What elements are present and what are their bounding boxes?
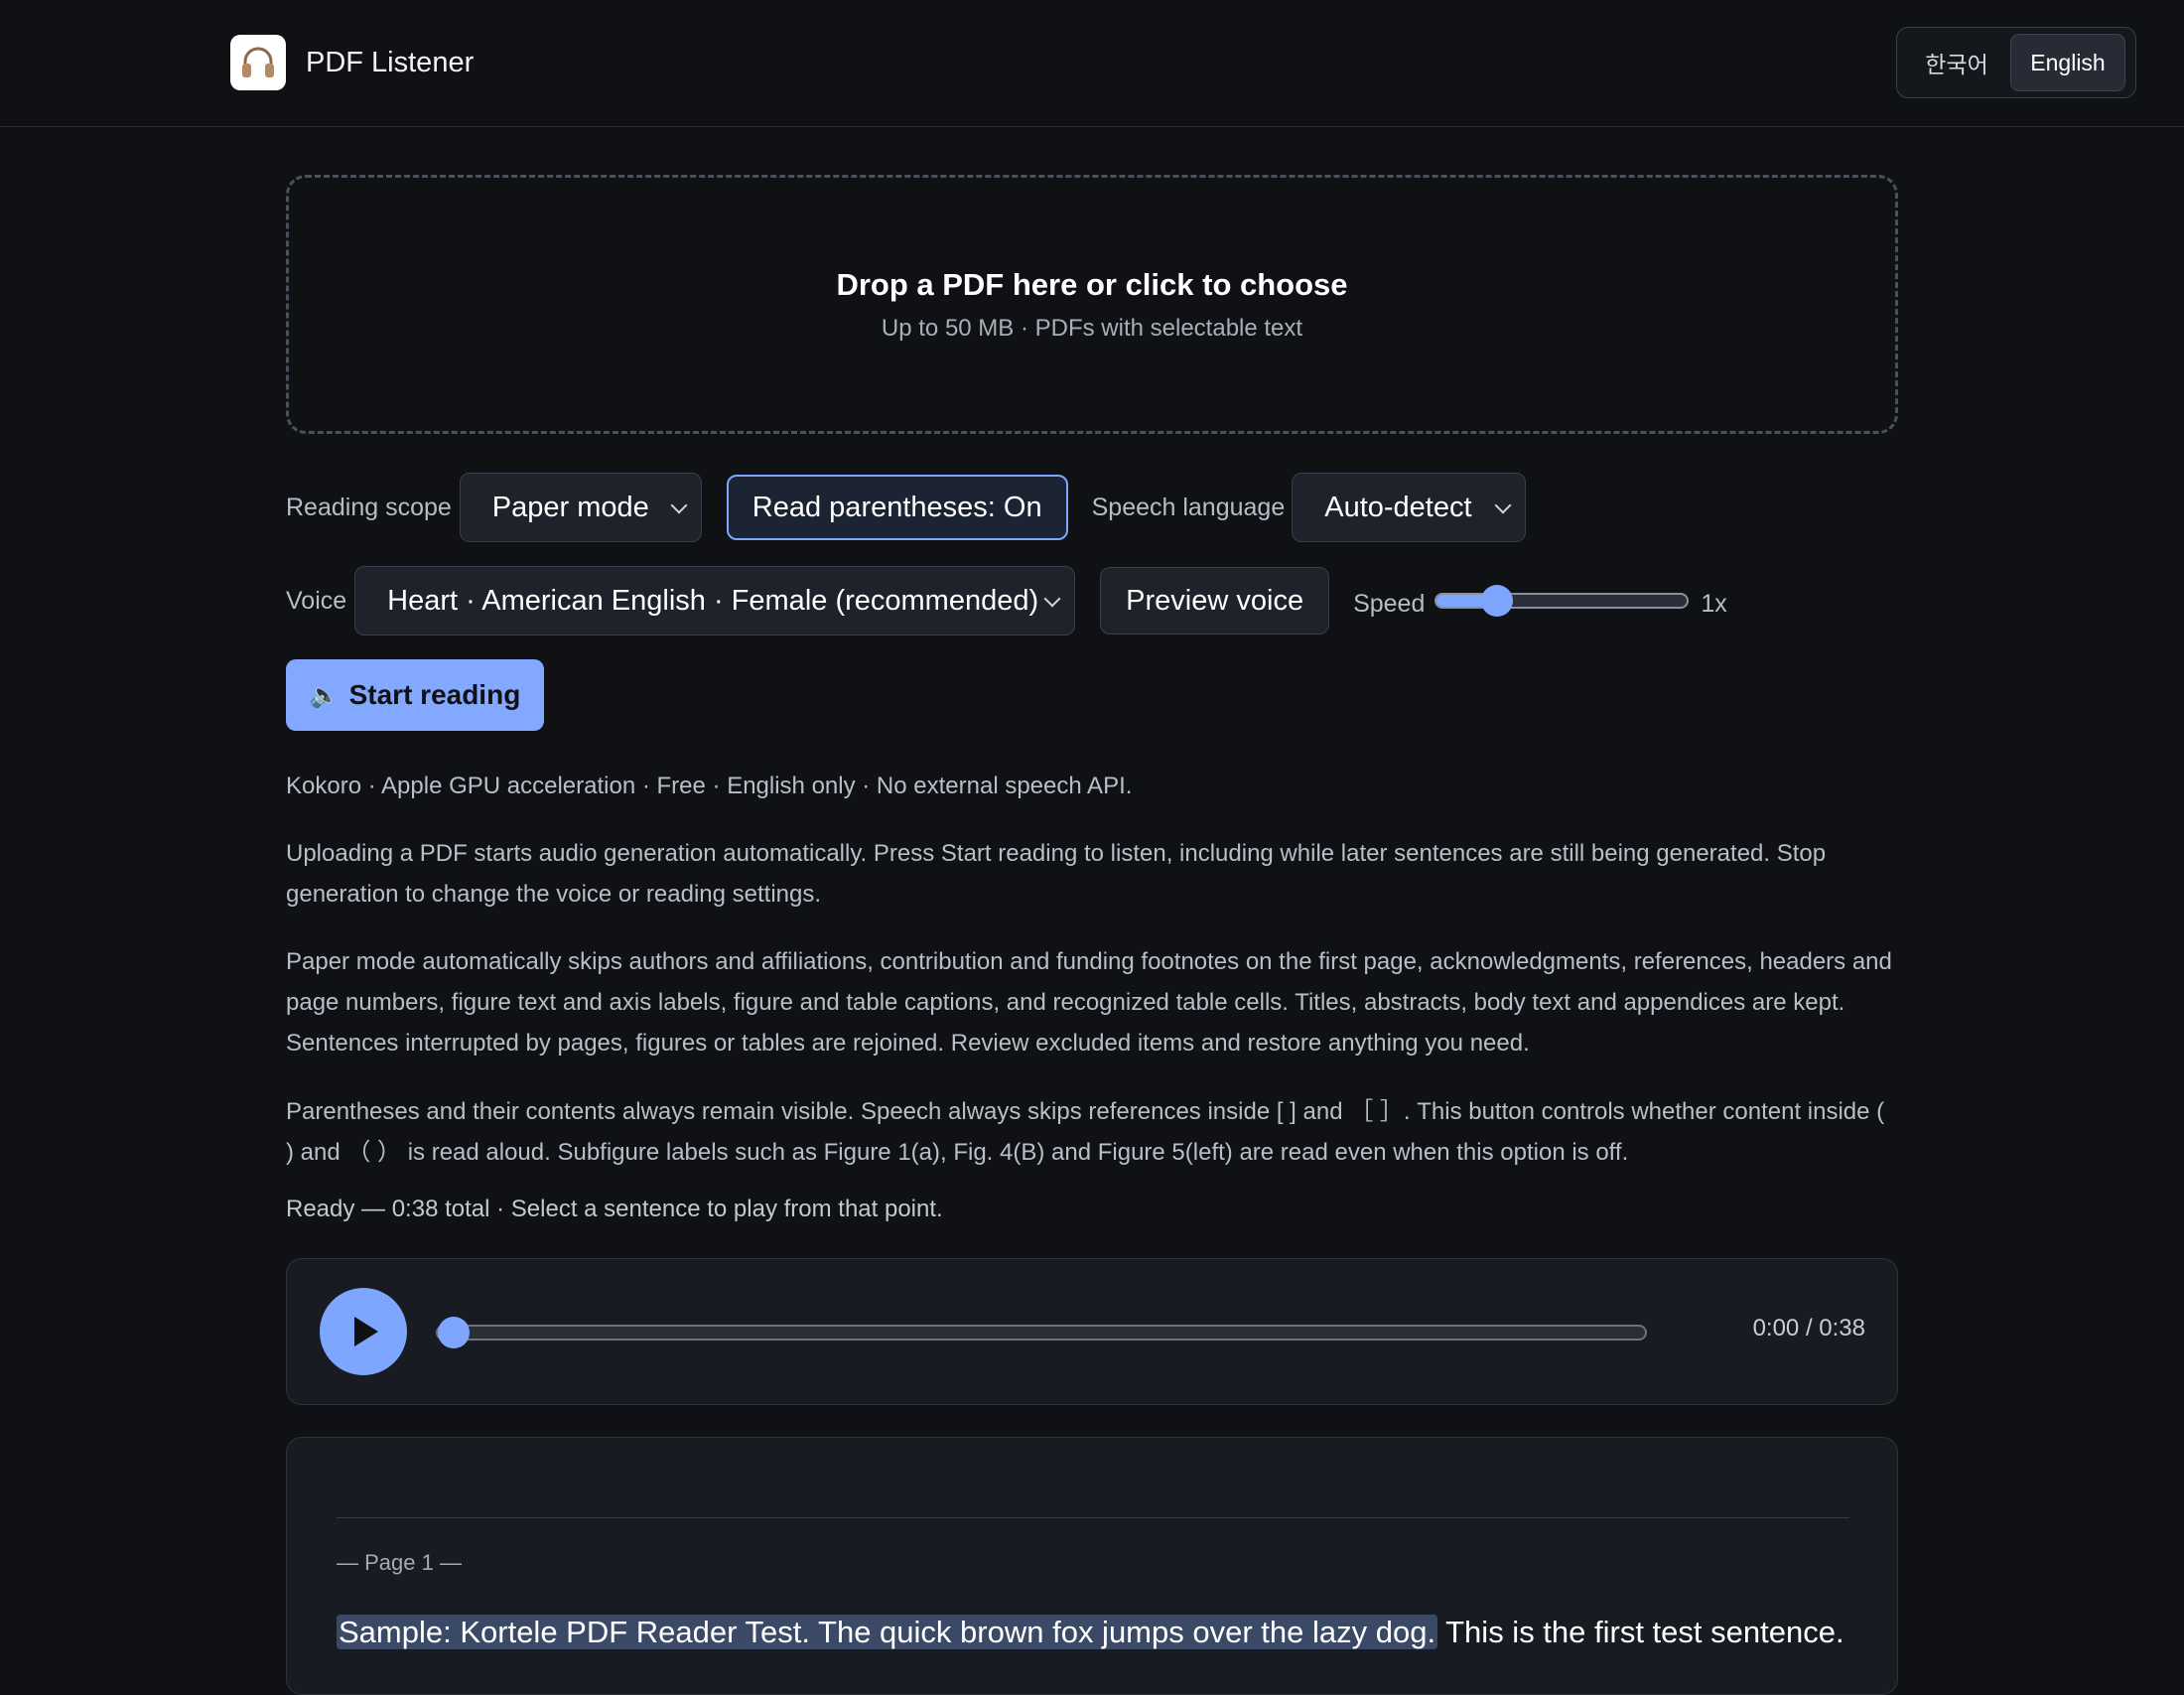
voice-value: Heart · American English · Female (recom… [387,584,1039,617]
reading-scope-select[interactable]: Paper mode [459,473,702,542]
play-button[interactable] [320,1288,407,1375]
voice-select[interactable]: Heart · American English · Female (recom… [354,566,1076,636]
engine-info: Kokoro · Apple GPU acceleration · Free ·… [286,773,1133,799]
status-text: Ready — 0:38 total · Select a sentence t… [286,1196,943,1222]
speed-slider-thumb[interactable] [1480,585,1513,617]
read-parentheses-toggle[interactable]: Read parentheses: On [726,475,1068,540]
play-icon [354,1317,378,1346]
chevron-down-icon [1494,496,1512,514]
reading-options-row: Reading scope Paper mode Read parenthese… [286,473,1527,542]
sentence-row: Sample: Kortele PDF Reader Test. The qui… [337,1615,1844,1650]
reader-divider [337,1517,1849,1518]
sentence-highlighted[interactable]: Sample: Kortele PDF Reader Test. The qui… [337,1615,1438,1649]
app-title: PDF Listener [306,46,475,78]
chevron-down-icon [1043,590,1061,608]
start-reading-label: Start reading [348,679,521,710]
dropzone-title: Drop a PDF here or click to choose [836,266,1348,302]
speed-value: 1x [1701,589,1727,618]
voice-label: Voice [286,586,347,615]
paper-mode-info: Paper mode automatically skips authors a… [286,948,1892,1057]
top-bar: PDF Listener 한국어 English [0,0,2184,127]
page-marker: — Page 1 — [337,1550,462,1575]
document-reader: — Page 1 — Sample: Kortele PDF Reader Te… [286,1437,1898,1695]
reading-scope-label: Reading scope [286,493,452,521]
pdf-dropzone[interactable]: Drop a PDF here or click to choose Up to… [286,175,1898,434]
playback-time: 0:00 / 0:38 [1752,1315,1865,1342]
language-option-korean[interactable]: 한국어 [1903,34,2010,91]
speed-slider[interactable] [1434,585,1690,617]
audio-player: 0:00 / 0:38 [286,1258,1898,1405]
preview-voice-button[interactable]: Preview voice [1100,567,1330,635]
start-reading-button[interactable]: 🔈 Start reading [286,659,544,731]
voice-row: Voice Heart · American English · Female … [286,566,1727,636]
chevron-down-icon [670,496,688,514]
speaker-icon: 🔈 [309,681,340,709]
reading-scope-value: Paper mode [491,491,649,523]
auto-generation-info: Uploading a PDF starts audio generation … [286,840,1827,908]
speed-label: Speed [1353,589,1426,618]
speech-language-value: Auto-detect [1324,491,1472,523]
playback-progress-thumb[interactable] [438,1317,470,1348]
speech-language-label: Speech language [1091,493,1286,521]
playback-progress[interactable] [436,1317,1647,1348]
dropzone-subtitle: Up to 50 MB · PDFs with selectable text [881,314,1303,342]
parentheses-info: Parentheses and their contents always re… [286,1098,1885,1166]
speech-language-select[interactable]: Auto-detect [1292,473,1527,542]
sentence[interactable]: This is the first test sentence. [1445,1615,1843,1649]
brand: PDF Listener [230,35,474,90]
language-switch: 한국어 English [1896,27,2136,98]
language-option-english[interactable]: English [2010,34,2125,91]
headphones-icon [230,35,286,90]
